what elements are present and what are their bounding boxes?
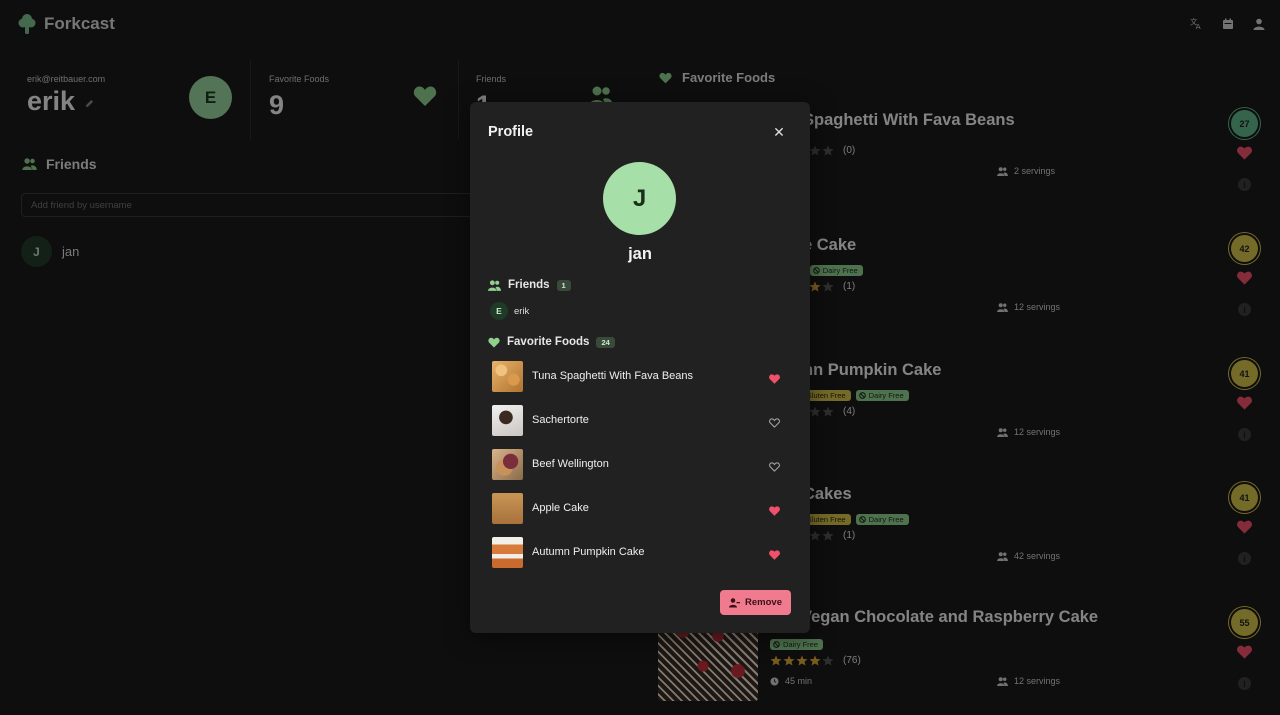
modal-favorite-name: Tuna Spaghetti With Fava Beans bbox=[532, 370, 694, 382]
remove-button-label: Remove bbox=[745, 597, 782, 608]
modal-favorite-name: Autumn Pumpkin Cake bbox=[532, 546, 645, 558]
food-thumbnail bbox=[492, 493, 523, 524]
modal-favorites-count: 24 bbox=[596, 336, 615, 348]
modal-favorite-item[interactable]: Apple Cake bbox=[487, 490, 792, 530]
favorite-toggle[interactable] bbox=[769, 503, 780, 521]
remove-user-icon bbox=[729, 597, 741, 607]
favorite-toggle[interactable] bbox=[769, 371, 780, 389]
profile-modal: Profile ✕ J jan Friends 1 E erik Favorit… bbox=[470, 102, 810, 633]
heart-icon[interactable] bbox=[769, 550, 780, 560]
heart-icon[interactable] bbox=[769, 418, 780, 428]
modal-favorite-name: Apple Cake bbox=[532, 502, 589, 514]
modal-friend-item[interactable]: E erik bbox=[490, 302, 529, 320]
modal-title: Profile bbox=[488, 124, 534, 140]
heart-icon[interactable] bbox=[769, 506, 780, 516]
modal-username: jan bbox=[628, 245, 652, 263]
heart-icon[interactable] bbox=[769, 374, 780, 384]
modal-favorite-item[interactable]: Beef Wellington bbox=[487, 446, 792, 486]
food-thumbnail bbox=[492, 537, 523, 568]
heart-icon[interactable] bbox=[769, 462, 780, 472]
favorite-toggle[interactable] bbox=[769, 547, 780, 565]
food-thumbnail bbox=[492, 405, 523, 436]
modal-favorites-label: Favorite Foods bbox=[507, 336, 590, 348]
favorite-toggle[interactable] bbox=[769, 415, 780, 433]
favorite-toggle[interactable] bbox=[769, 459, 780, 477]
modal-favorite-name: Beef Wellington bbox=[532, 458, 609, 470]
modal-favorite-item[interactable]: Autumn Pumpkin Cake bbox=[487, 534, 792, 574]
app-root: Forkcast 文A erik@reitbauer.com erik E Fa… bbox=[0, 0, 1280, 715]
close-icon[interactable]: ✕ bbox=[772, 125, 786, 139]
modal-friends-label: Friends bbox=[508, 279, 550, 291]
heart-icon bbox=[488, 337, 500, 347]
remove-friend-button[interactable]: Remove bbox=[720, 590, 791, 615]
modal-friend-avatar: E bbox=[490, 302, 508, 320]
modal-friends-heading: Friends 1 bbox=[488, 279, 571, 291]
food-thumbnail bbox=[492, 449, 523, 480]
modal-friend-name: erik bbox=[514, 305, 530, 317]
modal-favorite-item[interactable]: Tuna Spaghetti With Fava Beans bbox=[487, 358, 792, 398]
modal-avatar: J bbox=[603, 162, 676, 235]
modal-favorite-item[interactable]: Sachertorte bbox=[487, 402, 792, 442]
modal-favorite-name: Sachertorte bbox=[532, 414, 589, 426]
food-thumbnail bbox=[492, 361, 523, 392]
modal-favorites-heading: Favorite Foods 24 bbox=[488, 336, 615, 348]
people-icon bbox=[488, 279, 501, 291]
modal-friends-count: 1 bbox=[556, 279, 571, 291]
